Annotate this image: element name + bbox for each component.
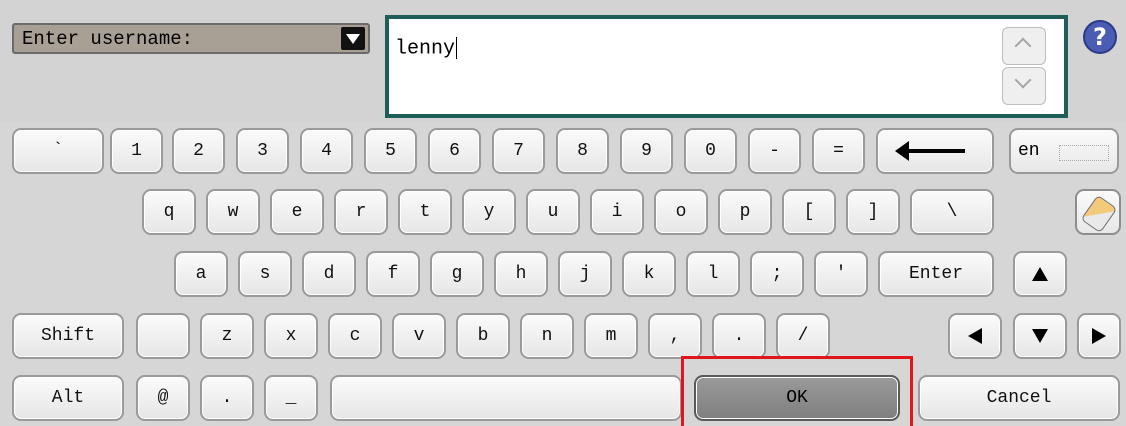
prompt-label: Enter username: [22,28,194,50]
key-u[interactable]: u [526,189,580,235]
key-period[interactable]: . [712,313,766,359]
key-f[interactable]: f [366,251,420,297]
language-label: en [1018,141,1040,161]
key-s[interactable]: s [238,251,292,297]
text-caret [456,37,458,59]
down-arrow-key[interactable] [1013,313,1067,359]
dropdown-icon[interactable] [341,27,365,50]
key-r[interactable]: r [334,189,388,235]
scroll-up-button[interactable] [1002,27,1046,65]
key-v[interactable]: v [392,313,446,359]
key-4[interactable]: 4 [300,128,353,174]
left-arrow-key[interactable] [948,313,1002,359]
key-g[interactable]: g [430,251,484,297]
key-1[interactable]: 1 [110,128,163,174]
eraser-icon [1080,194,1118,234]
key-slash[interactable]: / [776,313,830,359]
username-value: lenny [395,37,458,61]
key-n[interactable]: n [520,313,574,359]
arrow-up-icon [1032,267,1048,281]
alt-key[interactable]: Alt [12,375,124,421]
key-left-bracket[interactable]: [ [782,189,836,235]
arrow-right-icon [1092,328,1106,344]
backspace-icon [895,141,965,161]
key-blank[interactable] [136,313,190,359]
key-x[interactable]: x [264,313,318,359]
key-0[interactable]: 0 [684,128,737,174]
right-arrow-key[interactable] [1077,313,1121,359]
key-2[interactable]: 2 [172,128,225,174]
key-l[interactable]: l [686,251,740,297]
backspace-key[interactable] [876,128,994,174]
key-dot[interactable]: . [200,375,254,421]
key-j[interactable]: j [558,251,612,297]
key-q[interactable]: q [142,189,196,235]
up-arrow-key[interactable] [1013,251,1067,297]
key-equals[interactable]: = [812,128,865,174]
key-k[interactable]: k [622,251,676,297]
help-icon[interactable]: ? [1083,20,1117,54]
key-z[interactable]: z [200,313,254,359]
key-a[interactable]: a [174,251,228,297]
cancel-button[interactable]: Cancel [918,375,1120,421]
input-scroll [1002,27,1046,105]
key-semicolon[interactable]: ; [750,251,804,297]
scroll-down-button[interactable] [1002,67,1046,105]
language-button[interactable]: en [1009,128,1119,174]
key-comma[interactable]: , [648,313,702,359]
clear-button[interactable] [1075,189,1121,235]
key-5[interactable]: 5 [364,128,417,174]
key-d[interactable]: d [302,251,356,297]
key-e[interactable]: e [270,189,324,235]
key-7[interactable]: 7 [492,128,545,174]
key-c[interactable]: c [328,313,382,359]
key-m[interactable]: m [584,313,638,359]
key-b[interactable]: b [456,313,510,359]
key-3[interactable]: 3 [236,128,289,174]
ok-highlight-box [681,356,913,426]
key-6[interactable]: 6 [428,128,481,174]
key-right-bracket[interactable]: ] [846,189,900,235]
key-8[interactable]: 8 [556,128,609,174]
shift-key[interactable]: Shift [12,313,124,359]
space-key[interactable] [330,375,682,421]
key-w[interactable]: w [206,189,260,235]
arrow-down-icon [1032,329,1048,343]
key-p[interactable]: p [718,189,772,235]
key-y[interactable]: y [462,189,516,235]
key-backtick[interactable]: ` [12,128,104,174]
key-at[interactable]: @ [136,375,190,421]
chevron-down-icon [1014,71,1032,89]
key-o[interactable]: o [654,189,708,235]
key-minus[interactable]: - [748,128,801,174]
keyboard-screen: Enter username: lenny ? ` 1 2 3 4 5 6 7 … [0,0,1126,426]
enter-key[interactable]: Enter [878,251,994,297]
key-i[interactable]: i [590,189,644,235]
key-apostrophe[interactable]: ' [814,251,868,297]
keyboard-icon [1059,145,1109,161]
key-9[interactable]: 9 [620,128,673,174]
username-input[interactable]: lenny [385,15,1068,118]
key-backslash[interactable]: \ [910,189,994,235]
key-t[interactable]: t [398,189,452,235]
key-h[interactable]: h [494,251,548,297]
chevron-up-icon [1014,37,1032,55]
key-underscore[interactable]: _ [264,375,318,421]
prompt-selector[interactable]: Enter username: [12,23,370,54]
arrow-left-icon [968,328,982,344]
